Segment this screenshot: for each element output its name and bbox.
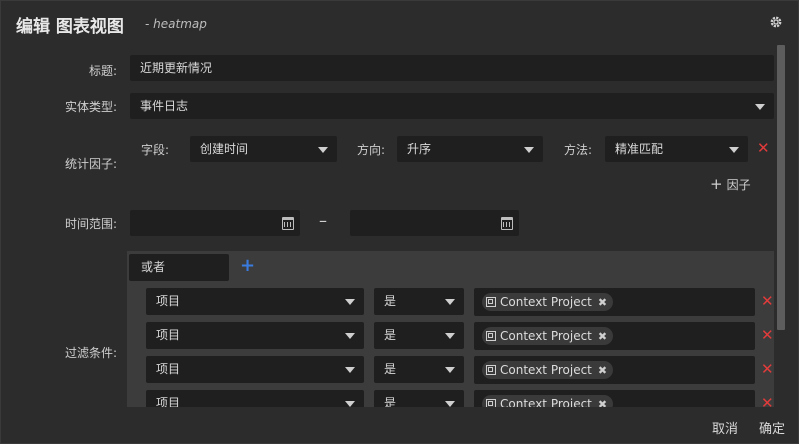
remove-filter-button[interactable]: ✕ <box>761 294 774 309</box>
confirm-button[interactable]: 确定 <box>759 418 785 437</box>
filter-tag-label: Context Project <box>500 295 592 309</box>
filter-value-input[interactable]: Context Project ✖ <box>474 322 755 350</box>
time-start-input[interactable] <box>130 210 300 236</box>
add-filter-button[interactable]: + <box>240 257 255 275</box>
remove-filter-button[interactable]: ✕ <box>761 396 774 408</box>
dialog-header: 编辑 图表视图 - heatmap <box>1 1 798 45</box>
filter-value-tag: Context Project ✖ <box>482 361 614 379</box>
filter-value-input[interactable]: Context Project ✖ <box>474 356 755 384</box>
filter-operator-select[interactable]: 是 <box>374 322 464 349</box>
entity-type-value: 事件日志 <box>140 99 189 113</box>
gear-icon[interactable] <box>769 15 783 29</box>
chevron-down-icon <box>345 333 355 339</box>
scrollbar[interactable] <box>776 45 786 407</box>
filter-operator-value: 是 <box>384 396 397 407</box>
filter-operator-value: 是 <box>384 328 397 342</box>
filter-tag-label: Context Project <box>500 397 592 407</box>
chevron-down-icon <box>318 147 328 153</box>
title-input[interactable]: 近期更新情况 <box>130 55 774 81</box>
filter-value-tag: Context Project ✖ <box>482 327 614 345</box>
filter-operator-select[interactable]: 是 <box>374 288 464 315</box>
filter-field-value: 项目 <box>156 396 181 407</box>
filter-field-value: 项目 <box>156 362 181 376</box>
entity-type-label: 实体类型: <box>64 100 117 114</box>
factor-field-label: 字段: <box>141 143 170 157</box>
close-icon[interactable]: ✖ <box>598 296 607 309</box>
project-icon <box>486 399 496 407</box>
factor-field-select[interactable]: 创建时间 <box>190 136 337 162</box>
dialog-subtitle: - heatmap <box>145 17 207 31</box>
calendar-icon[interactable] <box>282 217 294 230</box>
dialog-body: 标题: 近期更新情况 实体类型: 事件日志 统计因子: 字段: 创建时间 方向:… <box>1 45 774 407</box>
filter-field-select[interactable]: 项目 <box>146 288 364 315</box>
filter-list: 项目 是 Context Project ✖ ✕ 项目 是 Context Pr… <box>127 285 774 407</box>
time-range-separator: – <box>319 211 327 230</box>
filter-tag-label: Context Project <box>500 329 592 343</box>
time-range-label: 时间范围: <box>64 217 117 231</box>
project-icon <box>486 331 496 341</box>
filter-logic-bar: 或者 + <box>127 251 774 285</box>
cancel-button[interactable]: 取消 <box>712 418 738 437</box>
factor-direction-select[interactable]: 升序 <box>397 136 543 162</box>
filter-field-value: 项目 <box>156 328 181 342</box>
filter-field-select[interactable]: 项目 <box>146 390 364 407</box>
filter-label: 过滤条件: <box>64 346 117 360</box>
filter-value-tag: Context Project ✖ <box>482 293 614 311</box>
plus-icon: + <box>710 175 723 193</box>
filter-value-input[interactable]: Context Project ✖ <box>474 288 755 316</box>
chevron-down-icon <box>445 299 455 305</box>
remove-filter-button[interactable]: ✕ <box>761 328 774 343</box>
filter-operator-select[interactable]: 是 <box>374 390 464 407</box>
filter-operator-select[interactable]: 是 <box>374 356 464 383</box>
filter-tag-label: Context Project <box>500 363 592 377</box>
close-icon[interactable]: ✖ <box>598 398 607 407</box>
factor-direction-value: 升序 <box>407 142 432 156</box>
project-icon <box>486 297 496 307</box>
factor-label: 统计因子: <box>64 157 117 171</box>
dialog-title: 编辑 图表视图 <box>16 17 124 37</box>
factor-method-value: 精准匹配 <box>615 142 664 156</box>
filter-logic-select[interactable]: 或者 <box>129 254 229 281</box>
time-end-input[interactable] <box>350 210 519 236</box>
filter-field-value: 项目 <box>156 294 181 308</box>
filter-value-tag: Context Project ✖ <box>482 395 614 407</box>
filter-operator-value: 是 <box>384 294 397 308</box>
factor-field-value: 创建时间 <box>200 142 249 156</box>
factor-method-select[interactable]: 精准匹配 <box>605 136 748 162</box>
filter-field-select[interactable]: 项目 <box>146 322 364 349</box>
chevron-down-icon <box>345 299 355 305</box>
scrollbar-thumb[interactable] <box>777 45 785 330</box>
chevron-down-icon <box>445 367 455 373</box>
filter-value-input[interactable]: Context Project ✖ <box>474 390 755 407</box>
entity-type-select[interactable]: 事件日志 <box>130 93 774 119</box>
remove-factor-button[interactable]: ✕ <box>757 141 770 156</box>
filter-operator-value: 是 <box>384 362 397 376</box>
calendar-icon[interactable] <box>501 217 513 230</box>
chevron-down-icon <box>755 104 765 110</box>
factor-direction-label: 方向: <box>357 143 386 157</box>
edit-chart-view-dialog: 编辑 图表视图 - heatmap 标题: 近期更新情况 实体类型: 事件日志 … <box>0 0 799 444</box>
chevron-down-icon <box>345 367 355 373</box>
title-label: 标题: <box>88 64 117 78</box>
filter-field-select[interactable]: 项目 <box>146 356 364 383</box>
chevron-down-icon <box>445 333 455 339</box>
chevron-down-icon <box>524 147 534 153</box>
remove-filter-button[interactable]: ✕ <box>761 362 774 377</box>
close-icon[interactable]: ✖ <box>598 330 607 343</box>
project-icon <box>486 365 496 375</box>
add-factor-button[interactable]: + 因子 <box>710 175 751 193</box>
add-factor-label: 因子 <box>726 178 751 192</box>
close-icon[interactable]: ✖ <box>598 364 607 377</box>
factor-method-label: 方法: <box>564 143 593 157</box>
dialog-footer: 取消 确定 <box>1 407 798 444</box>
chevron-down-icon <box>729 147 739 153</box>
